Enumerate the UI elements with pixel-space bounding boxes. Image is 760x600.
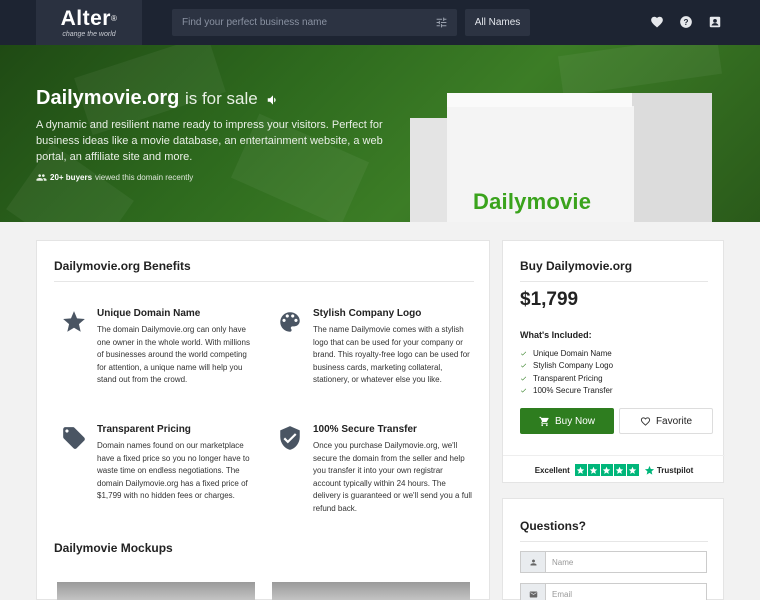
box-logo-text: Dailymovie	[473, 189, 592, 214]
email-field	[520, 583, 707, 600]
buyers-count: 20+ buyers	[50, 173, 93, 182]
search-bar	[172, 9, 457, 36]
star-icon	[574, 464, 587, 476]
trustpilot-logo: Trustpilot	[644, 465, 693, 476]
help-icon[interactable]: ?	[679, 15, 693, 29]
list-item: Stylish Company Logo	[520, 360, 613, 373]
included-list: Unique Domain Name Stylish Company Logo …	[520, 347, 613, 397]
hero-banner: Dailymovie Dailymovie.org is for sale A …	[0, 45, 760, 222]
star-icon	[63, 311, 85, 332]
benefit-text: Domain names found on our marketplace ha…	[97, 441, 250, 500]
svg-text:?: ?	[684, 18, 689, 27]
check-icon	[520, 376, 527, 381]
buy-card: Buy Dailymovie.org $1,799 What's Include…	[502, 240, 725, 484]
mockup-box-side	[632, 93, 712, 222]
buyers-viewed: 20+ buyers viewed this domain recently	[36, 172, 193, 183]
cart-icon	[539, 416, 549, 426]
star-icon	[600, 464, 613, 476]
trustpilot-stars	[574, 464, 639, 476]
mockups-title: Dailymovie Mockups	[54, 541, 173, 555]
benefits-card: Dailymovie.org Benefits Unique Domain Na…	[36, 240, 490, 600]
included-title: What's Included:	[520, 330, 592, 340]
price-tag-icon	[63, 427, 85, 449]
top-navbar: Alter® change the world All Names ?	[0, 0, 760, 45]
benefit-title: Stylish Company Logo	[313, 308, 422, 319]
shield-check-icon	[280, 426, 300, 450]
benefit-secure-transfer: 100% Secure Transfer Once you purchase D…	[313, 424, 473, 515]
filter-sliders-icon[interactable]	[435, 16, 448, 29]
benefits-title: Dailymovie.org Benefits	[54, 259, 191, 273]
heart-outline-icon	[640, 416, 651, 426]
divider	[54, 281, 474, 282]
person-icon	[521, 552, 546, 572]
price: $1,799	[520, 289, 579, 310]
questions-card: Questions?	[502, 498, 724, 600]
star-icon	[626, 464, 639, 476]
questions-title: Questions?	[520, 519, 587, 533]
mockup-box-top	[447, 93, 632, 107]
benefit-text: The domain Dailymovie.org can only have …	[97, 325, 250, 384]
heart-icon[interactable]	[650, 15, 664, 29]
account-icon[interactable]	[708, 15, 722, 29]
check-icon	[520, 388, 527, 393]
envelope-icon	[521, 584, 546, 600]
mockup-image[interactable]	[57, 582, 255, 600]
mockup-image[interactable]	[272, 582, 470, 600]
domain-name: Dailymovie.org	[36, 87, 180, 109]
trustpilot-star-icon	[644, 465, 654, 475]
logo[interactable]: Alter® change the world	[36, 0, 142, 45]
divider	[520, 541, 708, 542]
logo-text: Alter®	[60, 6, 118, 30]
name-input[interactable]	[546, 552, 706, 572]
list-item: Unique Domain Name	[520, 347, 613, 360]
list-item: 100% Secure Transfer	[520, 385, 613, 398]
benefit-title: Unique Domain Name	[97, 308, 201, 319]
people-icon	[36, 174, 47, 181]
list-item: Transparent Pricing	[520, 372, 613, 385]
benefit-company-logo: Stylish Company Logo The name Dailymovie…	[313, 308, 473, 387]
trustpilot-rating[interactable]: Excellent Trustpilot	[503, 455, 725, 484]
star-icon	[613, 464, 626, 476]
favorite-button[interactable]: Favorite	[619, 408, 713, 434]
benefit-transparent-pricing: Transparent Pricing Domain names found o…	[97, 424, 257, 503]
buy-now-button[interactable]: Buy Now	[520, 408, 614, 434]
benefit-unique-domain: Unique Domain Name The domain Dailymovie…	[97, 308, 257, 387]
page-title: Dailymovie.org is for sale	[36, 87, 258, 110]
for-sale-text: is for sale	[184, 89, 258, 108]
buy-title: Buy Dailymovie.org	[520, 259, 633, 273]
palette-icon	[280, 312, 300, 332]
benefit-text: The name Dailymovie comes with a stylish…	[313, 325, 470, 384]
star-icon	[587, 464, 600, 476]
all-names-button[interactable]: All Names	[465, 9, 530, 36]
hero-description: A dynamic and resilient name ready to im…	[36, 119, 383, 163]
benefit-text: Once you purchase Dailymovie.org, we'll …	[313, 441, 472, 513]
buyers-text: viewed this domain recently	[95, 173, 194, 182]
check-icon	[520, 363, 527, 368]
check-icon	[520, 351, 527, 356]
search-input[interactable]	[172, 9, 422, 36]
name-field	[520, 551, 707, 573]
benefit-title: Transparent Pricing	[97, 424, 191, 435]
divider	[520, 281, 708, 282]
trustpilot-label: Excellent	[534, 465, 570, 475]
email-input[interactable]	[546, 584, 706, 600]
mockup-box-left	[410, 118, 448, 222]
benefit-title: 100% Secure Transfer	[313, 424, 417, 435]
logo-tagline: change the world	[62, 30, 116, 38]
speaker-icon[interactable]	[266, 93, 280, 107]
